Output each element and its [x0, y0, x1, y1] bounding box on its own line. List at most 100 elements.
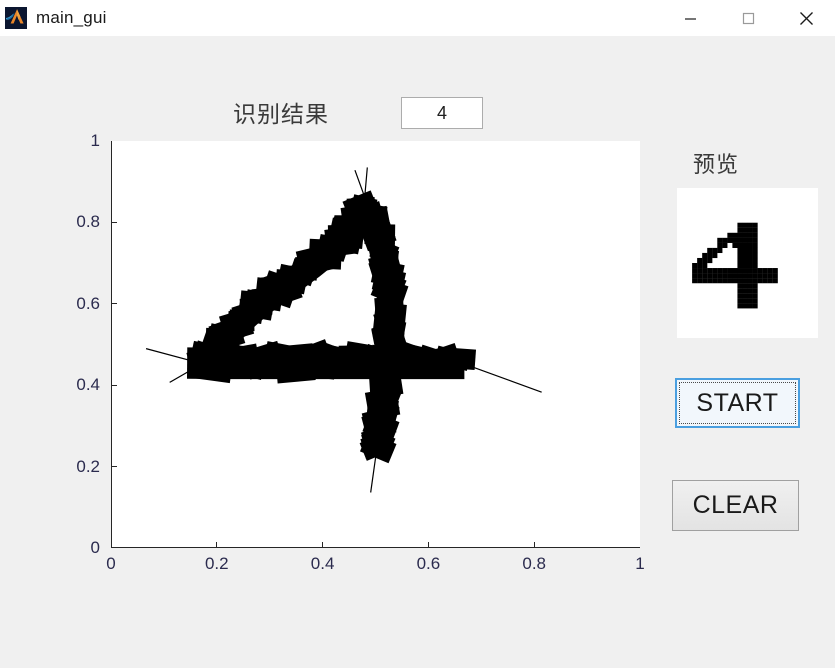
preview-pixel: [752, 278, 758, 284]
start-button[interactable]: START: [675, 378, 800, 428]
y-tick-label: 0.6: [76, 293, 100, 313]
preview-pixel: [732, 237, 738, 243]
preview-pixel: [717, 278, 723, 284]
preview-pixel: [747, 247, 753, 254]
window-title: main_gui: [36, 8, 107, 27]
preview-pixel: [727, 268, 733, 274]
y-tick: [111, 465, 117, 468]
preview-pixel: [772, 268, 778, 274]
preview-pixel: [737, 303, 743, 309]
y-tick-label: 1: [90, 131, 100, 150]
preview-pixel: [722, 237, 728, 243]
preview-pixel: [727, 273, 733, 279]
preview-pixel: [752, 257, 758, 264]
y-tick-label: 0.8: [76, 212, 100, 232]
minimize-icon[interactable]: [661, 0, 719, 36]
preview-pixel: [752, 232, 758, 238]
y-tick: [111, 221, 117, 224]
preview-pixel: [747, 222, 753, 228]
preview-pixel: [697, 257, 703, 264]
preview-pixel: [697, 268, 703, 274]
preview-pixel: [742, 227, 748, 233]
preview-pixel: [742, 268, 748, 274]
preview-pixel: [732, 232, 738, 238]
preview-pixel: [702, 257, 708, 264]
preview-pixel: [767, 268, 773, 274]
y-tick: [111, 384, 117, 386]
drawing-canvas[interactable]: [111, 141, 640, 548]
preview-pixel: [702, 268, 708, 274]
preview-pixel: [742, 273, 748, 279]
preview-pixel: [757, 273, 763, 279]
preview-pixel: [742, 232, 748, 238]
preview-pixel: [762, 268, 768, 274]
preview-pixel: [767, 278, 773, 284]
preview-pixel: [732, 278, 738, 284]
preview-pixel: [717, 237, 723, 243]
preview-pixel: [737, 298, 743, 304]
clear-button-label: CLEAR: [692, 491, 779, 519]
preview-pixel: [737, 257, 743, 264]
close-icon[interactable]: [777, 0, 835, 36]
preview-pixel: [737, 293, 743, 299]
preview-pixel: [707, 273, 713, 279]
preview-pixel: [742, 293, 748, 299]
x-tick-label: 1: [635, 554, 645, 573]
preview-pixel: [742, 283, 748, 289]
preview-pixel: [717, 268, 723, 274]
preview-pixel: [727, 232, 733, 238]
preview-pixel: [692, 268, 698, 274]
preview-pixel: [722, 278, 728, 284]
matlab-logo-icon: [5, 7, 27, 29]
preview-pixel: [767, 273, 773, 279]
preview-pixel: [752, 273, 758, 279]
preview-pixel: [692, 273, 698, 279]
preview-pixel: [742, 278, 748, 284]
preview-pixel: [707, 247, 713, 254]
preview-digit-bitmap: [692, 222, 778, 309]
preview-pixel: [747, 278, 753, 284]
preview-thumbnail: [677, 188, 818, 338]
x-tick-label: 0.2: [204, 554, 229, 573]
preview-pixel: [742, 242, 748, 248]
preview-pixel: [747, 252, 753, 259]
x-tick-label: 0: [106, 554, 116, 573]
preview-pixel: [737, 252, 743, 259]
preview-pixel: [712, 247, 718, 254]
preview-pixel: [747, 293, 753, 299]
preview-pixel: [752, 242, 758, 248]
preview-pixel: [747, 257, 753, 264]
preview-pixel: [747, 263, 753, 269]
clear-button[interactable]: CLEAR: [672, 480, 799, 531]
preview-pixel: [747, 283, 753, 289]
y-tick-label: 0.2: [76, 456, 100, 476]
preview-pixel: [752, 252, 758, 259]
preview-pixel: [737, 278, 743, 284]
preview-pixel: [752, 288, 758, 294]
preview-pixel: [742, 237, 748, 243]
preview-pixel: [737, 237, 743, 243]
preview-pixel: [727, 237, 733, 243]
recognition-result-label: 识别结果: [233, 101, 329, 127]
preview-pixel: [752, 247, 758, 254]
preview-pixel: [752, 227, 758, 233]
preview-pixel: [727, 278, 733, 284]
preview-pixel: [752, 268, 758, 274]
window-titlebar: main_gui: [0, 0, 835, 36]
preview-pixel: [717, 247, 723, 254]
preview-pixel: [762, 273, 768, 279]
preview-pixel: [737, 273, 743, 279]
x-tick: [427, 542, 430, 548]
preview-pixel: [732, 273, 738, 279]
preview-pixel: [707, 278, 713, 284]
preview-pixel: [722, 242, 728, 248]
maximize-icon[interactable]: [719, 0, 777, 36]
recognition-result-field[interactable]: 4: [401, 97, 483, 129]
preview-pixel: [747, 268, 753, 274]
preview-pixel: [752, 237, 758, 243]
preview-pixel: [752, 298, 758, 304]
y-tick-label: 0.4: [76, 375, 100, 395]
preview-pixel: [732, 242, 738, 248]
preview-pixel: [722, 268, 728, 274]
preview-pixel: [747, 273, 753, 279]
